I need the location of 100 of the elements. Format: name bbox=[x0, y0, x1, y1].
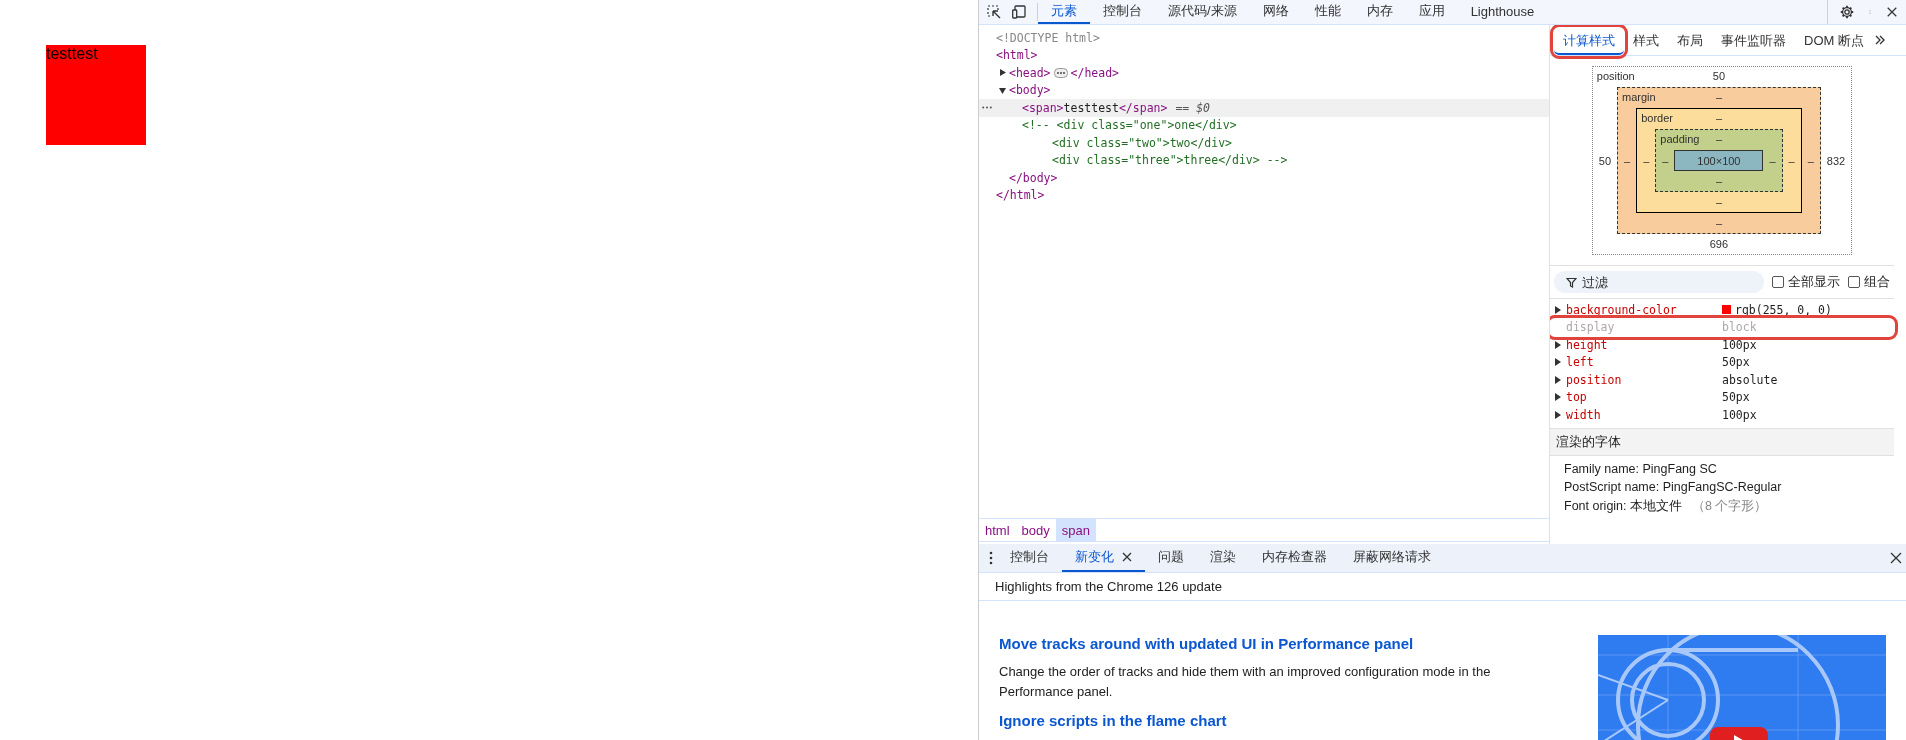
box-label: position bbox=[1595, 69, 1636, 84]
property-row[interactable]: height 100px bbox=[1550, 336, 1894, 354]
box-value: – bbox=[1642, 154, 1651, 167]
filter-field[interactable]: 过滤 bbox=[1554, 271, 1764, 293]
box-label: border bbox=[1640, 111, 1674, 126]
article-link[interactable]: Ignore scripts in the flame chart bbox=[999, 712, 1559, 729]
box-value: – bbox=[1715, 111, 1722, 124]
close-icon[interactable] bbox=[1890, 552, 1902, 564]
close-icon[interactable] bbox=[1886, 6, 1898, 18]
close-icon[interactable] bbox=[1122, 552, 1132, 562]
article-link[interactable]: Move tracks around with updated UI in Performance panel bbox=[999, 635, 1559, 652]
more-icon[interactable] bbox=[989, 551, 993, 565]
html-comment-line[interactable]: <!-- <div class="one">one</div> bbox=[1022, 118, 1237, 133]
font-info: PostScript name: PingFangSC-Regular bbox=[1564, 479, 1782, 494]
device-icon[interactable] bbox=[1011, 5, 1027, 19]
property-name: background-color bbox=[1566, 302, 1677, 317]
panel-tab[interactable]: 控制台 bbox=[1090, 0, 1155, 24]
property-row[interactable]: left 50px bbox=[1550, 353, 1894, 371]
sidebar-tab[interactable]: 布局 bbox=[1668, 28, 1712, 55]
checkbox-label[interactable]: 全部显示 bbox=[1788, 273, 1840, 291]
panel-tab[interactable]: 元素 bbox=[1038, 0, 1090, 24]
drawer-tab[interactable]: 渲染 bbox=[1197, 544, 1249, 572]
box-value: – bbox=[1806, 154, 1815, 167]
sidebar-tab[interactable]: DOM 断点 bbox=[1795, 28, 1873, 55]
html-tag[interactable]: </span> bbox=[1118, 100, 1168, 115]
checkbox[interactable] bbox=[1848, 276, 1860, 288]
property-value: 100px bbox=[1722, 337, 1757, 352]
drawer-tab[interactable]: 内存检查器 bbox=[1249, 544, 1340, 572]
checkbox-label[interactable]: 组合 bbox=[1864, 273, 1890, 291]
section-header: 渲染的字体 bbox=[1550, 427, 1894, 456]
box-value: 50 bbox=[1597, 154, 1613, 167]
sidebar-tab[interactable]: 事件监听器 bbox=[1712, 28, 1795, 55]
box-label: margin bbox=[1621, 90, 1657, 105]
doctype-line[interactable]: <!DOCTYPE html> bbox=[996, 30, 1100, 45]
checkbox[interactable] bbox=[1772, 276, 1784, 288]
ellipsis-icon[interactable] bbox=[1053, 67, 1068, 78]
drawer-tab[interactable]: 新变化 bbox=[1062, 544, 1145, 572]
property-value: 100px bbox=[1722, 407, 1757, 422]
content-box: 100×100 bbox=[1674, 150, 1764, 171]
font-info: Font origin: 本地文件 bbox=[1564, 498, 1682, 513]
expand-triangle-icon[interactable] bbox=[1554, 305, 1562, 314]
highlights-heading: Highlights from the Chrome 126 update bbox=[979, 573, 1906, 601]
property-name: display bbox=[1566, 320, 1615, 335]
breadcrumb[interactable]: span bbox=[1055, 519, 1096, 541]
property-name: height bbox=[1566, 337, 1608, 352]
html-tag[interactable]: <html> bbox=[996, 48, 1038, 63]
panel-tab[interactable]: 性能 bbox=[1301, 0, 1354, 24]
text-node[interactable]: testtest bbox=[1063, 100, 1119, 115]
drawer-tab[interactable]: 问题 bbox=[1145, 544, 1197, 572]
sidebar-tab[interactable]: 样式 bbox=[1624, 28, 1668, 55]
panel-tab[interactable]: 应用 bbox=[1405, 0, 1458, 24]
panel-tab[interactable]: 网络 bbox=[1249, 0, 1302, 24]
html-tag[interactable]: </html> bbox=[996, 188, 1045, 203]
font-info: Family name: PingFang SC bbox=[1564, 461, 1717, 476]
box-value: – bbox=[1787, 154, 1796, 167]
styled-span: testtest bbox=[46, 45, 146, 145]
property-name: width bbox=[1566, 407, 1601, 422]
drawer-tab[interactable]: 屏蔽网络请求 bbox=[1340, 544, 1444, 572]
html-tag[interactable]: </head> bbox=[1070, 65, 1119, 80]
box-value: – bbox=[1715, 217, 1722, 229]
box-label: padding bbox=[1659, 132, 1701, 147]
html-tag[interactable]: <span> bbox=[1022, 100, 1064, 115]
property-row[interactable]: position absolute bbox=[1550, 371, 1894, 389]
inspect-icon[interactable] bbox=[987, 5, 1001, 19]
panel-tab[interactable]: 源代码/来源 bbox=[1155, 0, 1250, 24]
more-icon[interactable] bbox=[982, 106, 992, 109]
panel-tab[interactable]: 内存 bbox=[1353, 0, 1406, 24]
property-name: top bbox=[1566, 390, 1587, 405]
box-value: – bbox=[1715, 175, 1722, 187]
property-value: absolute bbox=[1722, 372, 1778, 387]
html-tag[interactable]: </body> bbox=[1009, 170, 1058, 185]
box-value: – bbox=[1768, 154, 1777, 167]
html-tag[interactable]: <head> bbox=[1009, 65, 1051, 80]
property-row[interactable]: width 100px bbox=[1550, 406, 1894, 424]
breadcrumb[interactable]: body bbox=[1015, 519, 1056, 541]
property-name: left bbox=[1566, 355, 1594, 370]
chevron-double-icon[interactable] bbox=[1874, 34, 1885, 46]
right-triangle-icon[interactable] bbox=[998, 68, 1007, 78]
filter-icon bbox=[1566, 277, 1577, 288]
property-value: 50px bbox=[1722, 390, 1750, 405]
down-triangle-icon[interactable] bbox=[998, 85, 1007, 95]
property-value: block bbox=[1722, 320, 1757, 335]
box-value: – bbox=[1623, 154, 1632, 167]
html-comment-line[interactable]: <div class="two">two</div> bbox=[1052, 135, 1232, 150]
property-value: 50px bbox=[1722, 355, 1750, 370]
color-swatch[interactable] bbox=[1722, 305, 1731, 315]
breadcrumb[interactable]: html bbox=[979, 519, 1016, 541]
box-value: 832 bbox=[1825, 154, 1847, 167]
box-value: 696 bbox=[1709, 238, 1729, 250]
html-comment-line[interactable]: <div class="three">three</div> --> bbox=[1052, 153, 1288, 168]
article-text: Change the order of tracks and hide them with an improved configuration mode in the Performance panel. bbox=[999, 663, 1492, 701]
html-tag[interactable]: <body> bbox=[1009, 83, 1051, 98]
drawer-tab[interactable]: 控制台 bbox=[997, 544, 1062, 572]
box-value: – bbox=[1715, 196, 1722, 208]
property-row[interactable]: top 50px bbox=[1550, 388, 1894, 406]
panel-tab[interactable]: Lighthouse bbox=[1457, 0, 1548, 24]
settings-icon[interactable] bbox=[1840, 5, 1854, 19]
glyph-count: （8 个字形） bbox=[1692, 498, 1768, 513]
box-value: – bbox=[1661, 154, 1670, 167]
selected-node-marker: == $0 bbox=[1175, 100, 1211, 115]
